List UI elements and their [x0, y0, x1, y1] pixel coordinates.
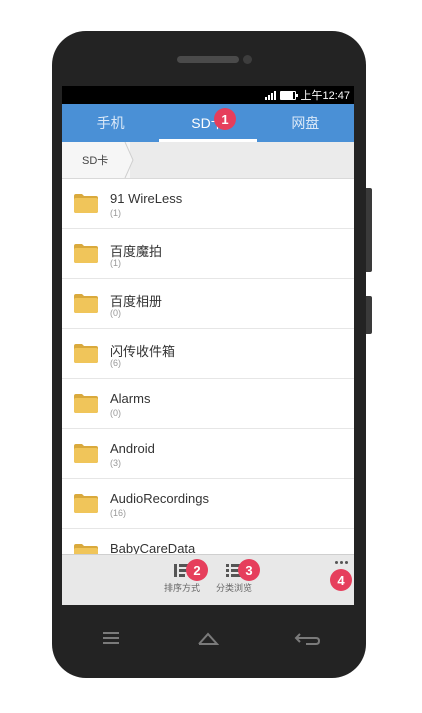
tab-phone[interactable]: 手机 — [62, 104, 159, 142]
callout-badge: 2 — [186, 559, 208, 581]
folder-count: (6) — [110, 358, 121, 368]
callout-badge-number: 1 — [221, 111, 229, 127]
callout-badge-number: 4 — [337, 572, 345, 588]
folder-icon — [74, 194, 98, 213]
power-button — [366, 296, 372, 334]
home-key-icon[interactable] — [197, 628, 219, 648]
callout-badge-number: 3 — [245, 562, 253, 578]
tab-cloud-drive[interactable]: 网盘 — [257, 104, 354, 142]
front-camera — [243, 55, 252, 64]
folder-icon — [74, 294, 98, 313]
volume-button — [366, 188, 372, 272]
list-item[interactable]: Alarms (0) — [62, 379, 354, 429]
breadcrumb-item-sd-card[interactable]: SD卡 — [62, 142, 130, 178]
folder-count: (16) — [110, 508, 127, 518]
list-item[interactable]: AudioRecordings (16) — [62, 479, 354, 529]
folder-icon — [74, 344, 98, 363]
folder-list: 91 WireLess (1) 百度魔拍 (1) 百度相册 (0) 闪传收件箱 (6) Alar… — [62, 179, 354, 579]
folder-count: (3) — [110, 458, 121, 468]
more-icon[interactable] — [335, 561, 348, 564]
bottom-toolbar: 排序方式 分类浏览 — [62, 554, 354, 605]
tab-sd-card[interactable]: SD卡 — [159, 104, 257, 142]
folder-count: (0) — [110, 308, 121, 318]
battery-icon — [280, 90, 299, 100]
callout-badge: 4 — [330, 569, 352, 591]
folder-icon — [74, 244, 98, 263]
tab-label: 网盘 — [291, 115, 320, 131]
status-bar: 上午12:47 — [62, 86, 354, 104]
list-item[interactable]: 百度相册 (0) — [62, 279, 354, 329]
folder-name: Alarms — [110, 391, 151, 406]
sort-label: 排序方式 — [163, 583, 200, 593]
menu-key-icon[interactable] — [102, 628, 122, 648]
callout-badge-number: 2 — [193, 562, 201, 578]
status-time: 上午12:47 — [300, 90, 350, 102]
list-item[interactable]: 闪传收件箱 (6) — [62, 329, 354, 379]
breadcrumb: SD卡 — [62, 142, 354, 179]
back-key-icon[interactable] — [292, 628, 320, 648]
callout-badge: 3 — [238, 559, 260, 581]
folder-name: Android — [110, 441, 155, 456]
breadcrumb-separator-icon — [124, 142, 134, 178]
folder-icon — [74, 444, 98, 463]
tab-bar: 手机 SD卡 网盘 — [62, 104, 354, 142]
list-item[interactable]: 91 WireLess (1) — [62, 179, 354, 229]
folder-name: AudioRecordings — [110, 491, 210, 506]
folder-name: 91 WireLess — [110, 191, 183, 206]
folder-count: (0) — [110, 408, 121, 418]
screen: 上午12:47 手机 SD卡 网盘 SD卡 91 WireLess (1) 百度魔拍… — [62, 86, 354, 605]
list-item[interactable]: 百度魔拍 (1) — [62, 229, 354, 279]
breadcrumb-label: SD卡 — [82, 155, 109, 167]
folder-count: (1) — [110, 258, 121, 268]
folder-icon — [74, 494, 98, 513]
folder-count: (1) — [110, 208, 121, 218]
callout-badge: 1 — [214, 108, 236, 130]
category-browse-label: 分类浏览 — [215, 583, 252, 593]
earpiece-speaker — [177, 56, 239, 63]
folder-icon — [74, 394, 98, 413]
list-item[interactable]: Android (3) — [62, 429, 354, 479]
signal-icon — [265, 90, 277, 100]
tab-label: 手机 — [96, 115, 125, 131]
